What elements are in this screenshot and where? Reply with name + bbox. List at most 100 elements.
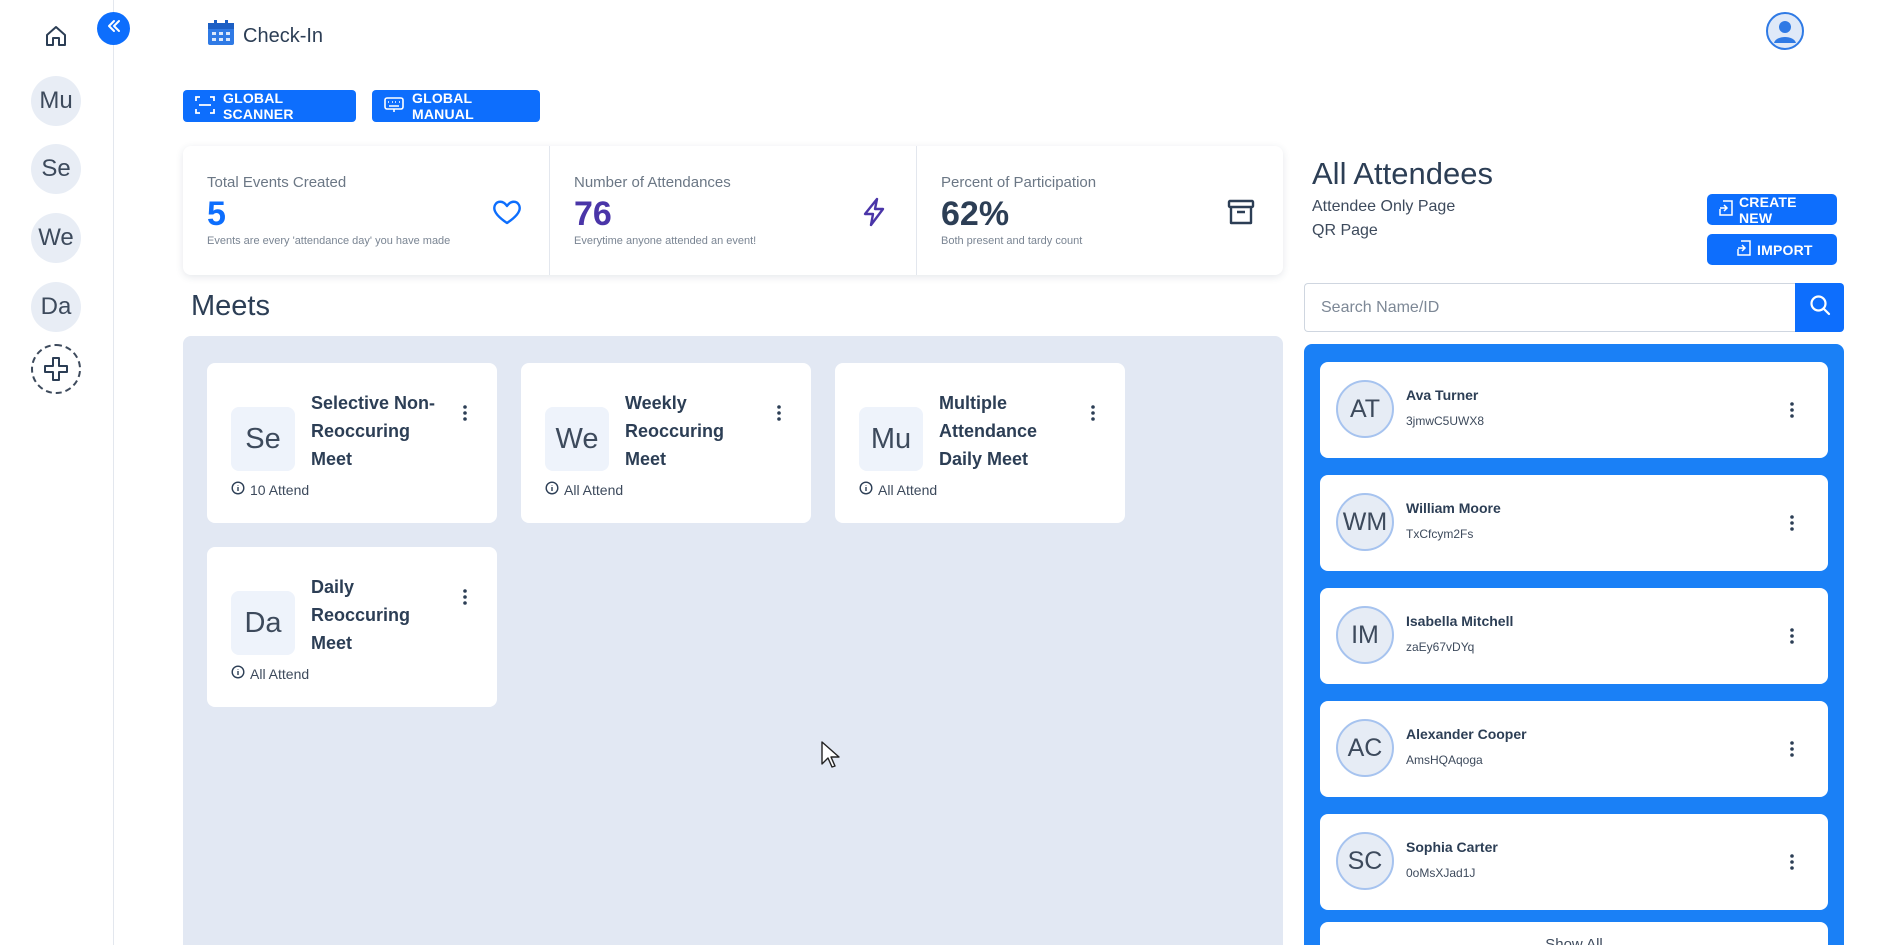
meets-title: Meets [191, 290, 270, 322]
meet-card[interactable]: Da Daily Reoccuring Meet All Attend [207, 547, 497, 707]
stat-participation: Percent of Participation 62% Both presen… [917, 146, 1283, 275]
lightning-icon [858, 196, 890, 228]
attendee-avatar: SC [1336, 832, 1394, 890]
stat-total-events: Total Events Created 5 Events are every … [183, 146, 550, 275]
attendee-only-page-link[interactable]: Attendee Only Page [1312, 198, 1455, 216]
meet-attend-text: 10 Attend [250, 481, 310, 498]
attendee-name: Alexander Cooper [1406, 726, 1527, 742]
rail-meet-bubble-se[interactable]: Se [31, 144, 81, 194]
stat-label: Number of Attendances [574, 174, 731, 191]
scan-icon [195, 95, 215, 117]
meet-name[interactable]: Daily Reoccuring Meet [311, 573, 451, 657]
kebab-menu-icon[interactable] [773, 403, 785, 423]
search-icon [1809, 294, 1831, 321]
meet-card[interactable]: Mu Multiple Attendance Daily Meet All At… [835, 363, 1125, 523]
heart-icon [491, 196, 523, 228]
meet-initials: We [545, 407, 609, 471]
double-chevron-left-icon [105, 17, 123, 40]
meet-attend-text: All Attend [564, 481, 624, 498]
keyboard-icon [384, 96, 404, 117]
attendee-id: 0oMsXJad1J [1406, 866, 1476, 880]
attendee-name: William Moore [1406, 500, 1501, 516]
attendee-card[interactable]: AC Alexander Cooper AmsHQAqoga [1320, 701, 1828, 797]
attendee-id: TxCfcym2Fs [1406, 527, 1474, 541]
meet-name[interactable]: Weekly Reoccuring Meet [625, 389, 765, 473]
rail-meet-bubble-we[interactable]: We [31, 213, 81, 263]
meet-name[interactable]: Selective Non-Reoccuring Meet [311, 389, 451, 473]
rail-meet-bubble-mu[interactable]: Mu [31, 76, 81, 126]
attendee-id: AmsHQAqoga [1406, 753, 1483, 767]
qr-page-link[interactable]: QR Page [1312, 222, 1378, 240]
attendee-list: AT Ava Turner 3jmwC5UWX8 WM William Moor… [1304, 344, 1844, 945]
meet-attend-info: All Attend [545, 481, 623, 498]
stat-subtext: Both present and tardy count [941, 235, 1083, 247]
meet-attend-info: All Attend [231, 665, 309, 682]
left-rail: Mu Se We Da [0, 0, 114, 945]
create-new-button[interactable]: CREATE NEW [1707, 194, 1837, 226]
attendees-title: All Attendees [1312, 156, 1493, 191]
kebab-menu-icon[interactable] [1786, 739, 1798, 759]
kebab-menu-icon[interactable] [1786, 852, 1798, 872]
attendee-name: Ava Turner [1406, 387, 1479, 403]
attendee-avatar: IM [1336, 606, 1394, 664]
archive-icon [1225, 196, 1257, 228]
attendee-card[interactable]: SC Sophia Carter 0oMsXJad1J [1320, 814, 1828, 910]
global-manual-label: GLOBAL MANUAL [412, 90, 474, 122]
meet-name[interactable]: Multiple Attendance Daily Meet [939, 389, 1079, 473]
meet-attend-text: All Attend [878, 481, 938, 498]
attendee-card[interactable]: IM Isabella Mitchell zaEy67vDYq [1320, 588, 1828, 684]
attendee-search-input[interactable] [1304, 283, 1795, 332]
collapse-sidebar-button[interactable] [97, 12, 130, 45]
search-button[interactable] [1795, 283, 1844, 332]
mouse-cursor-icon [820, 740, 842, 770]
file-import-icon [1737, 240, 1751, 259]
kebab-menu-icon[interactable] [459, 587, 471, 607]
stat-label: Total Events Created [207, 174, 347, 191]
import-button[interactable]: IMPORT [1707, 234, 1837, 265]
kebab-menu-icon[interactable] [1786, 513, 1798, 533]
calendar-icon [207, 20, 235, 52]
meet-initials: Mu [859, 407, 923, 471]
attendee-id: zaEy67vDYq [1406, 640, 1475, 654]
app-title-text: Check-In [243, 24, 324, 47]
kebab-menu-icon[interactable] [1786, 626, 1798, 646]
attendee-avatar: AC [1336, 719, 1394, 777]
meet-attend-info: All Attend [859, 481, 937, 498]
info-icon [859, 481, 873, 498]
stat-subtext: Events are every 'attendance day' you ha… [207, 235, 451, 247]
user-avatar[interactable] [1766, 12, 1804, 50]
global-manual-button[interactable]: GLOBAL MANUAL [372, 90, 540, 122]
global-scanner-label: GLOBAL SCANNER [223, 90, 294, 122]
attendee-card[interactable]: AT Ava Turner 3jmwC5UWX8 [1320, 362, 1828, 458]
rail-meet-bubble-da[interactable]: Da [31, 282, 81, 332]
stat-label: Percent of Participation [941, 174, 1097, 191]
attendee-id: 3jmwC5UWX8 [1406, 414, 1485, 428]
global-scanner-button[interactable]: GLOBAL SCANNER [183, 90, 356, 122]
attendee-card[interactable]: WM William Moore TxCfcym2Fs [1320, 475, 1828, 571]
kebab-menu-icon[interactable] [459, 403, 471, 423]
show-all-button[interactable]: Show All [1320, 922, 1828, 945]
attendee-avatar: AT [1336, 380, 1394, 438]
stats-panel: Total Events Created 5 Events are every … [183, 146, 1283, 275]
stat-attendances: Number of Attendances 76 Everytime anyon… [550, 146, 917, 275]
info-icon [545, 481, 559, 498]
meet-card[interactable]: Se Selective Non-Reoccuring Meet 10 Atte… [207, 363, 497, 523]
stat-subtext: Everytime anyone attended an event! [574, 235, 757, 247]
add-meet-button[interactable] [31, 344, 81, 394]
info-icon [231, 665, 245, 682]
stat-value: 76 [574, 195, 612, 233]
meet-attend-text: All Attend [250, 665, 310, 682]
file-import-icon [1719, 200, 1733, 219]
meet-attend-info: 10 Attend [231, 481, 309, 498]
app-title: Check-In [207, 20, 323, 52]
home-icon[interactable] [44, 24, 68, 48]
attendee-name: Isabella Mitchell [1406, 613, 1514, 629]
meet-initials: Da [231, 591, 295, 655]
meets-grid: Se Selective Non-Reoccuring Meet 10 Atte… [183, 336, 1283, 945]
info-icon [231, 481, 245, 498]
kebab-menu-icon[interactable] [1087, 403, 1099, 423]
meet-initials: Se [231, 407, 295, 471]
meet-card[interactable]: We Weekly Reoccuring Meet All Attend [521, 363, 811, 523]
import-label: IMPORT [1757, 241, 1813, 258]
kebab-menu-icon[interactable] [1786, 400, 1798, 420]
